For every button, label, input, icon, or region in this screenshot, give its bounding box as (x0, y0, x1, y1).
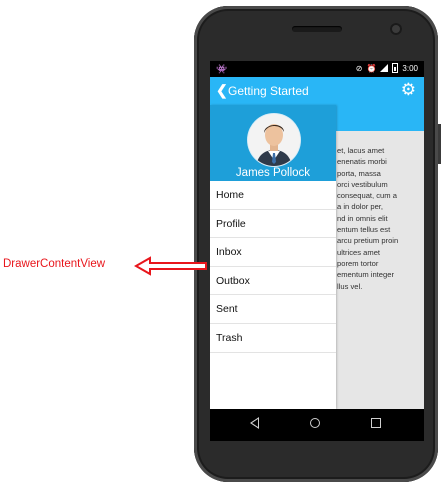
nav-home-icon[interactable] (310, 418, 320, 428)
drawer-menu: Home Profile Inbox Outbox Sent Trash (210, 181, 336, 353)
main-content-header (336, 105, 424, 131)
volume-button (438, 124, 441, 164)
phone-camera (390, 23, 402, 35)
menu-item-profile[interactable]: Profile (210, 210, 336, 239)
menu-item-outbox[interactable]: Outbox (210, 267, 336, 296)
menu-item-trash[interactable]: Trash (210, 324, 336, 353)
back-chevron-icon[interactable]: ❮ (216, 82, 228, 99)
menu-item-sent[interactable]: Sent (210, 295, 336, 324)
alarm-icon: ⏰ (366, 63, 377, 73)
app-title[interactable]: Getting Started (228, 84, 309, 98)
avatar-image (248, 114, 300, 166)
menu-item-home[interactable]: Home (210, 181, 336, 210)
avatar (248, 114, 300, 166)
drawer-content-view-label: DrawerContentView (3, 258, 106, 270)
block-icon: ⊘ (355, 63, 363, 73)
status-time: 3:00 (402, 63, 418, 73)
nav-recent-apps-icon[interactable] (371, 418, 381, 428)
device-screen: 👾 ⊘ ⏰ 3:00 ❮ Getting Started ⚙ et, lacus… (210, 61, 424, 441)
app-bar: ❮ Getting Started ⚙ (210, 77, 424, 105)
nav-back-icon[interactable] (250, 417, 259, 429)
android-icon: 👾 (216, 64, 228, 74)
user-name: James Pollock (235, 167, 311, 179)
menu-item-inbox[interactable]: Inbox (210, 238, 336, 267)
phone-speaker (292, 26, 342, 32)
drawer-panel: James Pollock Home Profile Inbox Outbox … (210, 105, 336, 409)
gear-icon[interactable]: ⚙ (401, 80, 416, 100)
callout-arrow-icon (134, 256, 207, 276)
drawer-header: James Pollock (210, 105, 336, 181)
nav-bar (210, 409, 424, 441)
signal-icon (380, 64, 389, 72)
status-bar: 👾 ⊘ ⏰ 3:00 (210, 61, 424, 77)
main-content-text: et, lacus amet enenatis morbi porta, mas… (337, 146, 399, 291)
battery-icon (392, 63, 399, 73)
